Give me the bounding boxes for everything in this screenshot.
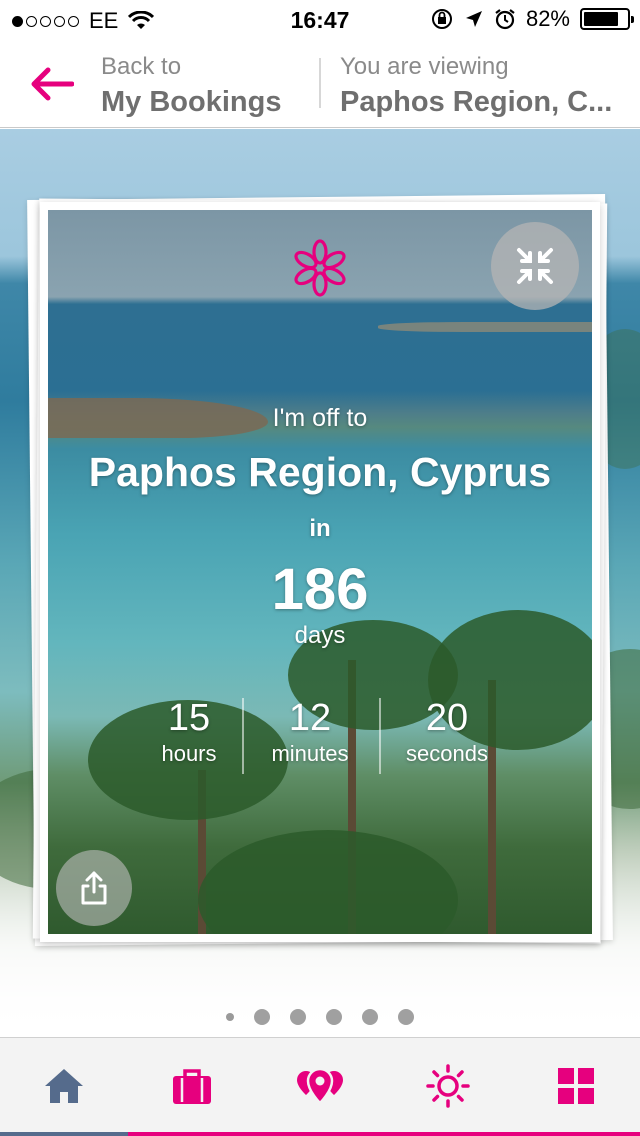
suitcase-icon bbox=[173, 1068, 211, 1104]
tab-more[interactable] bbox=[512, 1038, 640, 1133]
battery-icon bbox=[580, 8, 634, 30]
home-icon bbox=[45, 1068, 83, 1103]
countdown-card[interactable]: I'm off to Paphos Region, Cyprus in 186 … bbox=[40, 202, 600, 942]
page-indicator[interactable] bbox=[0, 1007, 640, 1027]
viewing-destination: Paphos Region, C... bbox=[340, 86, 613, 118]
nav-header: Back to My Bookings You are viewing Paph… bbox=[0, 40, 640, 128]
location-arrow-icon bbox=[465, 11, 482, 27]
time-divider bbox=[379, 698, 381, 774]
hours-block: 15 hours bbox=[124, 696, 254, 768]
status-right: 82% bbox=[430, 6, 634, 32]
back-arrow-icon[interactable] bbox=[30, 64, 74, 104]
back-to-bookings-link[interactable]: Back to My Bookings bbox=[101, 52, 281, 122]
page-dot[interactable] bbox=[290, 1009, 306, 1025]
sun-icon bbox=[426, 1063, 470, 1108]
hours-count: 15 bbox=[167, 697, 211, 739]
tab-bookings[interactable] bbox=[128, 1038, 256, 1133]
off-to-label: I'm off to bbox=[272, 404, 368, 432]
grid-icon bbox=[558, 1067, 594, 1104]
map-pins-icon bbox=[297, 1067, 343, 1105]
header-divider bbox=[319, 58, 321, 108]
collapse-arrows-icon bbox=[517, 248, 553, 284]
page-dot[interactable] bbox=[326, 1009, 342, 1025]
page-dot[interactable] bbox=[226, 1013, 234, 1021]
brand-flower-logo bbox=[294, 239, 346, 297]
destination-name: Paphos Region, Cyprus bbox=[88, 449, 552, 495]
in-label: in bbox=[309, 515, 331, 542]
viewing-label: You are viewing bbox=[340, 53, 509, 80]
back-to-label: Back to bbox=[101, 53, 182, 80]
share-icon bbox=[81, 871, 107, 905]
rotation-lock-icon bbox=[431, 9, 452, 29]
page-dot[interactable] bbox=[362, 1009, 378, 1025]
tab-destinations[interactable] bbox=[256, 1038, 384, 1133]
tab-bar bbox=[0, 1037, 640, 1136]
seconds-block: 20 seconds bbox=[382, 696, 512, 768]
days-count: 186 bbox=[271, 557, 369, 622]
minutes-block: 12 minutes bbox=[245, 696, 375, 768]
destination-photo: I'm off to Paphos Region, Cyprus in 186 … bbox=[48, 210, 592, 934]
collapse-button[interactable] bbox=[491, 222, 579, 310]
tab-home[interactable] bbox=[0, 1038, 128, 1133]
status-bar: EE 16:47 82% bbox=[0, 0, 640, 40]
countdown-text: I'm off to Paphos Region, Cyprus in 186 … bbox=[48, 402, 592, 650]
share-button[interactable] bbox=[56, 850, 132, 926]
days-label: days bbox=[294, 622, 346, 649]
tab-weather[interactable] bbox=[384, 1038, 512, 1133]
active-tab-indicator bbox=[0, 1132, 128, 1136]
my-bookings-label: My Bookings bbox=[101, 86, 282, 118]
seconds-label: seconds bbox=[406, 741, 488, 766]
alarm-icon bbox=[495, 9, 515, 30]
hours-label: hours bbox=[161, 741, 217, 766]
page-dot[interactable] bbox=[398, 1009, 414, 1025]
battery-percent: 82% bbox=[525, 6, 570, 31]
page-dot[interactable] bbox=[254, 1009, 270, 1025]
time-divider bbox=[242, 698, 244, 774]
viewing-info: You are viewing Paphos Region, C... bbox=[340, 52, 620, 122]
seconds-count: 20 bbox=[425, 697, 469, 739]
time-breakdown: 15 hours 12 minutes 20 seconds bbox=[48, 696, 592, 776]
minutes-label: minutes bbox=[271, 741, 349, 766]
minutes-count: 12 bbox=[288, 697, 332, 739]
